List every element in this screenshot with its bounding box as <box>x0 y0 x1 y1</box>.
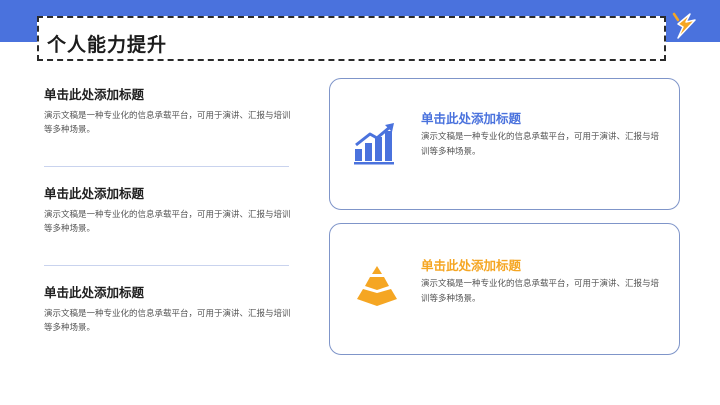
divider <box>44 166 289 167</box>
card-title[interactable]: 单击此处添加标题 <box>421 108 521 127</box>
left-item-desc[interactable]: 演示文稿是一种专业化的信息承载平台，可用于演讲、汇报与培训等多种场景。 <box>44 208 292 236</box>
left-item-desc[interactable]: 演示文稿是一种专业化的信息承载平台，可用于演讲、汇报与培训等多种场景。 <box>44 109 292 137</box>
card-desc[interactable]: 演示文稿是一种专业化的信息承载平台，可用于演讲、汇报与培训等多种场景。 <box>421 130 666 160</box>
left-item-title[interactable]: 单击此处添加标题 <box>44 84 294 103</box>
page-title: 个人能力提升 <box>47 34 168 56</box>
left-item-3: 单击此处添加标题 演示文稿是一种专业化的信息承载平台，可用于演讲、汇报与培训等多… <box>44 282 294 335</box>
title-box: 个人能力提升 <box>37 16 666 61</box>
lightning-decoration-icon <box>672 12 696 39</box>
divider <box>44 265 289 266</box>
pyramid-icon <box>357 266 397 306</box>
left-item-2: 单击此处添加标题 演示文稿是一种专业化的信息承载平台，可用于演讲、汇报与培训等多… <box>44 183 294 236</box>
card-title[interactable]: 单击此处添加标题 <box>421 255 521 274</box>
bar-chart-growth-icon <box>354 123 394 165</box>
left-item-title[interactable]: 单击此处添加标题 <box>44 183 294 202</box>
left-item-title[interactable]: 单击此处添加标题 <box>44 282 294 301</box>
left-item-desc[interactable]: 演示文稿是一种专业化的信息承载平台，可用于演讲、汇报与培训等多种场景。 <box>44 307 292 335</box>
card-growth: 单击此处添加标题 演示文稿是一种专业化的信息承载平台，可用于演讲、汇报与培训等多… <box>329 78 680 210</box>
left-item-1: 单击此处添加标题 演示文稿是一种专业化的信息承载平台，可用于演讲、汇报与培训等多… <box>44 84 294 137</box>
card-pyramid: 单击此处添加标题 演示文稿是一种专业化的信息承载平台，可用于演讲、汇报与培训等多… <box>329 223 680 355</box>
card-desc[interactable]: 演示文稿是一种专业化的信息承载平台，可用于演讲、汇报与培训等多种场景。 <box>421 277 666 307</box>
